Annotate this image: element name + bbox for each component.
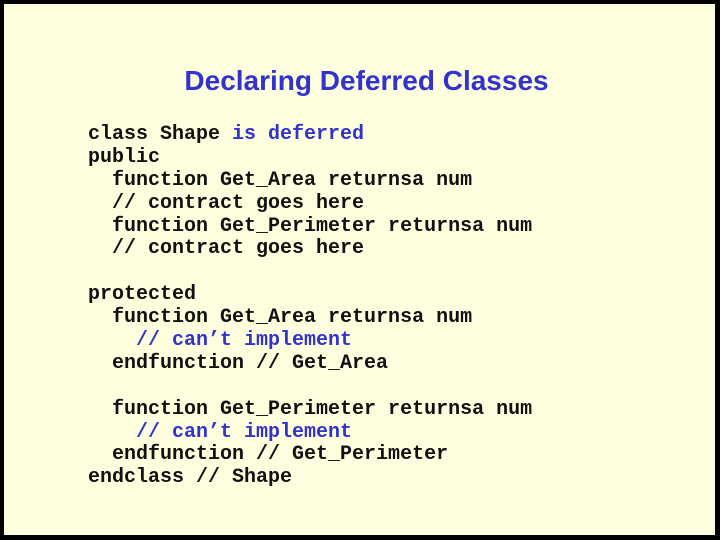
code-line: class Shape is deferred bbox=[88, 123, 532, 147]
code-text: endfunction // Get_Perimeter bbox=[112, 443, 449, 467]
code-line: endclass // Shape bbox=[88, 466, 532, 490]
code-line: function Get_Area returnsa num bbox=[88, 306, 532, 330]
code-text: endclass // Shape bbox=[88, 466, 293, 490]
code-text: // contract goes here bbox=[112, 237, 365, 261]
code-text: protected bbox=[88, 283, 197, 307]
code-text: class Shape bbox=[88, 123, 233, 146]
code-highlight: is deferred bbox=[232, 123, 365, 146]
code-line: // contract goes here bbox=[88, 238, 532, 261]
code-text: endfunction // Get_Area bbox=[112, 351, 389, 375]
code-line: endfunction // Get_Area bbox=[88, 351, 532, 376]
code-line: endfunction // Get_Perimeter bbox=[88, 444, 532, 467]
code-highlight: // can’t implement bbox=[136, 329, 353, 353]
code-text: function Get_Area returnsa num bbox=[112, 168, 473, 192]
code-line: protected bbox=[88, 283, 532, 307]
code-text: function Get_Perimeter returnsa num bbox=[112, 214, 533, 238]
code-line: // can’t implement bbox=[88, 420, 532, 445]
code-text: function Get_Area returnsa num bbox=[112, 306, 473, 330]
code-line: public bbox=[88, 145, 532, 170]
code-text: function Get_Perimeter returnsa num bbox=[112, 397, 533, 421]
code-text: // contract goes here bbox=[112, 191, 365, 215]
code-highlight: // can’t implement bbox=[136, 420, 353, 444]
code-text: public bbox=[88, 145, 161, 169]
code-line: // can’t implement bbox=[88, 329, 532, 353]
slide-title: Declaring Deferred Classes bbox=[184, 65, 549, 96]
slide: Declaring Deferred Classes class Shape i… bbox=[4, 4, 715, 535]
code-line: // contract goes here bbox=[88, 191, 532, 216]
code-line: function Get_Area returnsa num bbox=[88, 168, 532, 193]
code-line: function Get_Perimeter returnsa num bbox=[88, 397, 533, 422]
code-line: function Get_Perimeter returnsa num bbox=[88, 214, 533, 239]
code-block: class Shape is deferred public function G… bbox=[88, 123, 533, 490]
